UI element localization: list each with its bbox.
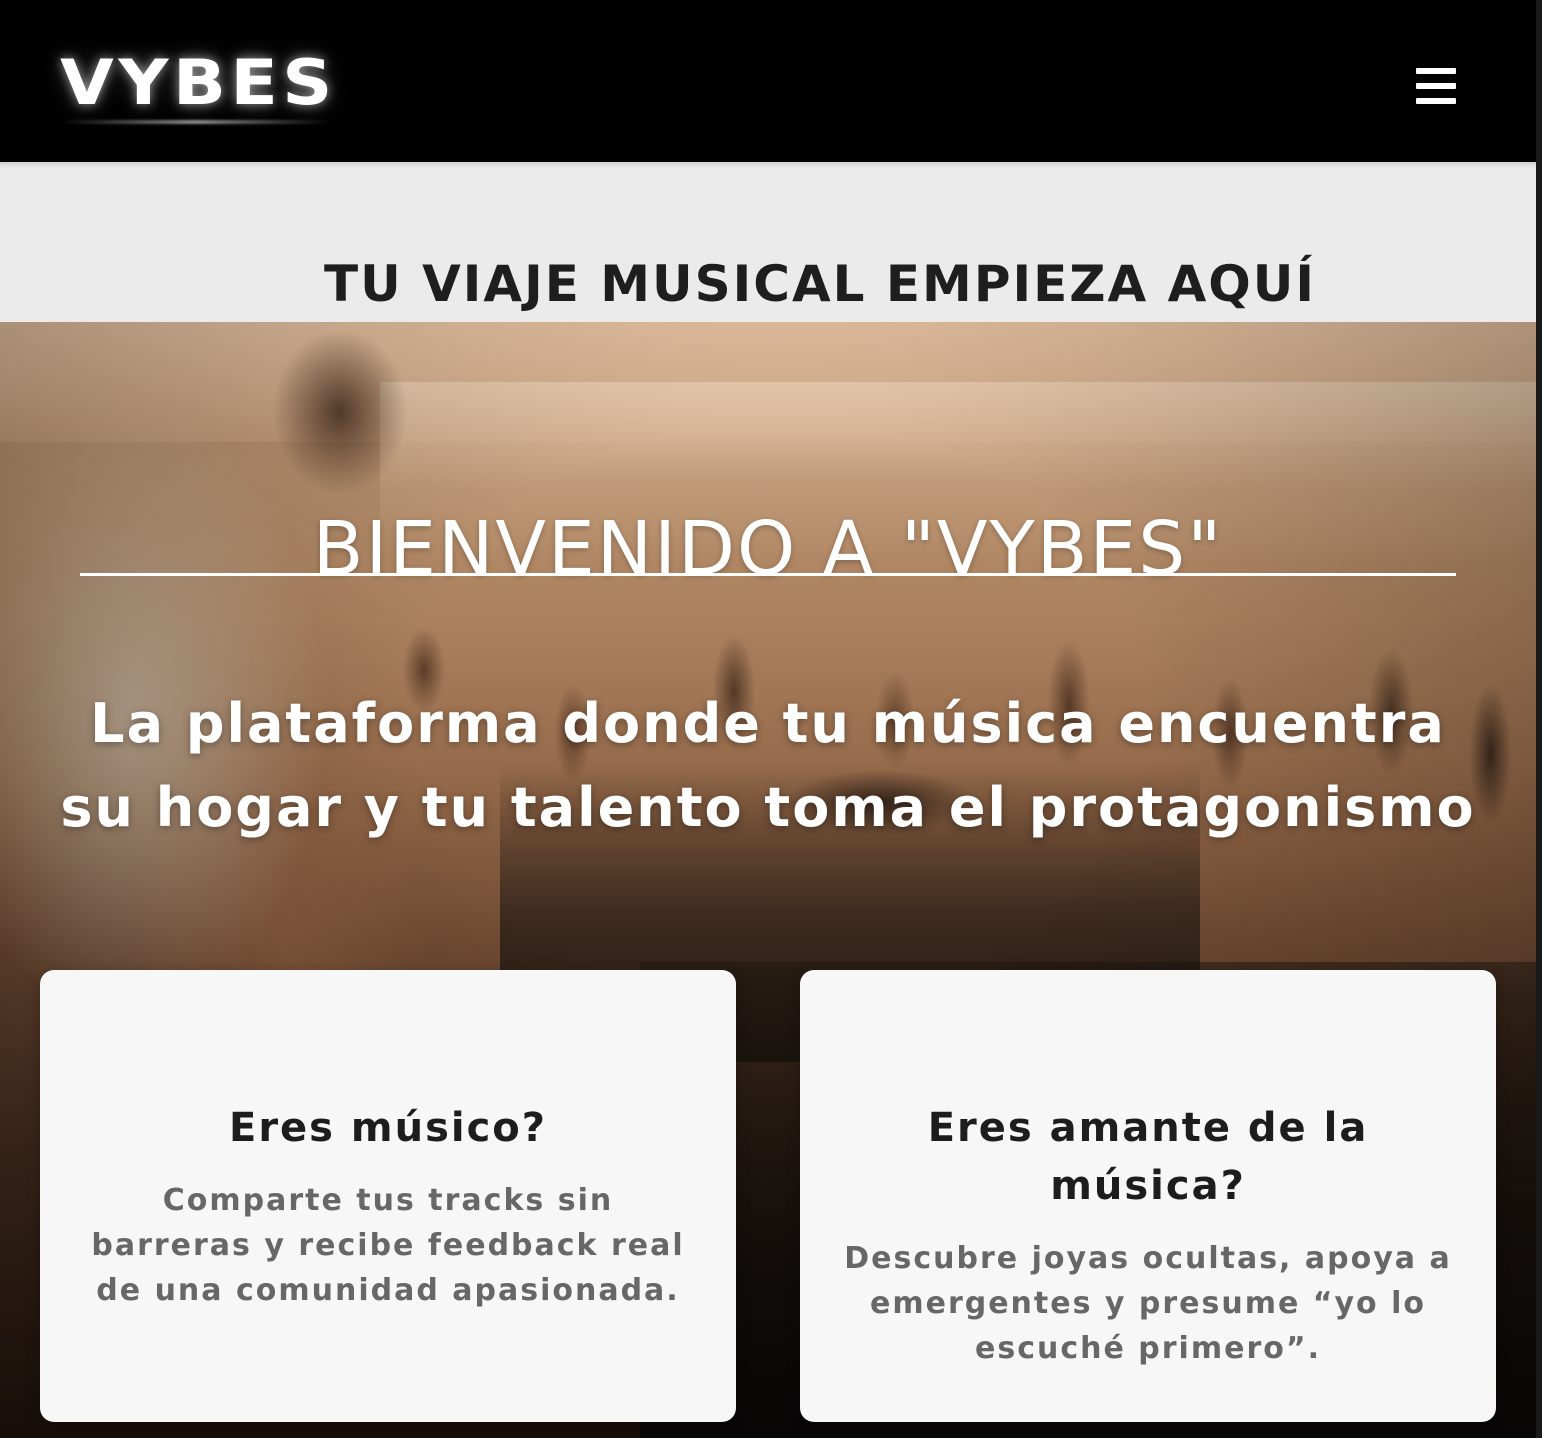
hero-divider xyxy=(80,573,1456,576)
musician-card[interactable]: Eres músico? Comparte tus tracks sin bar… xyxy=(40,970,736,1422)
music-lover-card-text: Descubre joyas ocultas, apoya a emergent… xyxy=(844,1241,1452,1366)
hero-subtitle: La plataforma donde tu música encuentra … xyxy=(60,692,1476,839)
top-navigation-bar: VYBES xyxy=(0,0,1536,162)
vybes-logo[interactable]: VYBES xyxy=(60,52,337,114)
musician-card-text: Comparte tus tracks sin barreras y recib… xyxy=(91,1183,685,1308)
window-frame-edge xyxy=(1536,0,1542,1438)
musician-card-title: Eres músico? xyxy=(229,1105,547,1151)
tagline-heading: TU VIAJE MUSICAL EMPIEZA AQUÍ xyxy=(324,254,1316,313)
hero-title: BIENVENIDO A "VYBES" xyxy=(312,505,1224,592)
menu-bar-bottom xyxy=(1416,98,1456,104)
menu-bar-top xyxy=(1416,68,1456,74)
music-lover-card[interactable]: Eres amante de la música? Descubre joyas… xyxy=(800,970,1496,1422)
menu-bar-middle xyxy=(1416,83,1456,89)
music-lover-card-title: Eres amante de la música? xyxy=(927,1105,1369,1209)
page: VYBES TU VIAJE MUSICAL EMPIEZA AQUÍ BIEN… xyxy=(0,0,1542,1438)
hamburger-menu-icon[interactable] xyxy=(1410,66,1462,106)
logo-glow-underline xyxy=(60,120,330,124)
tagline-banner: TU VIAJE MUSICAL EMPIEZA AQUÍ xyxy=(0,162,1536,322)
